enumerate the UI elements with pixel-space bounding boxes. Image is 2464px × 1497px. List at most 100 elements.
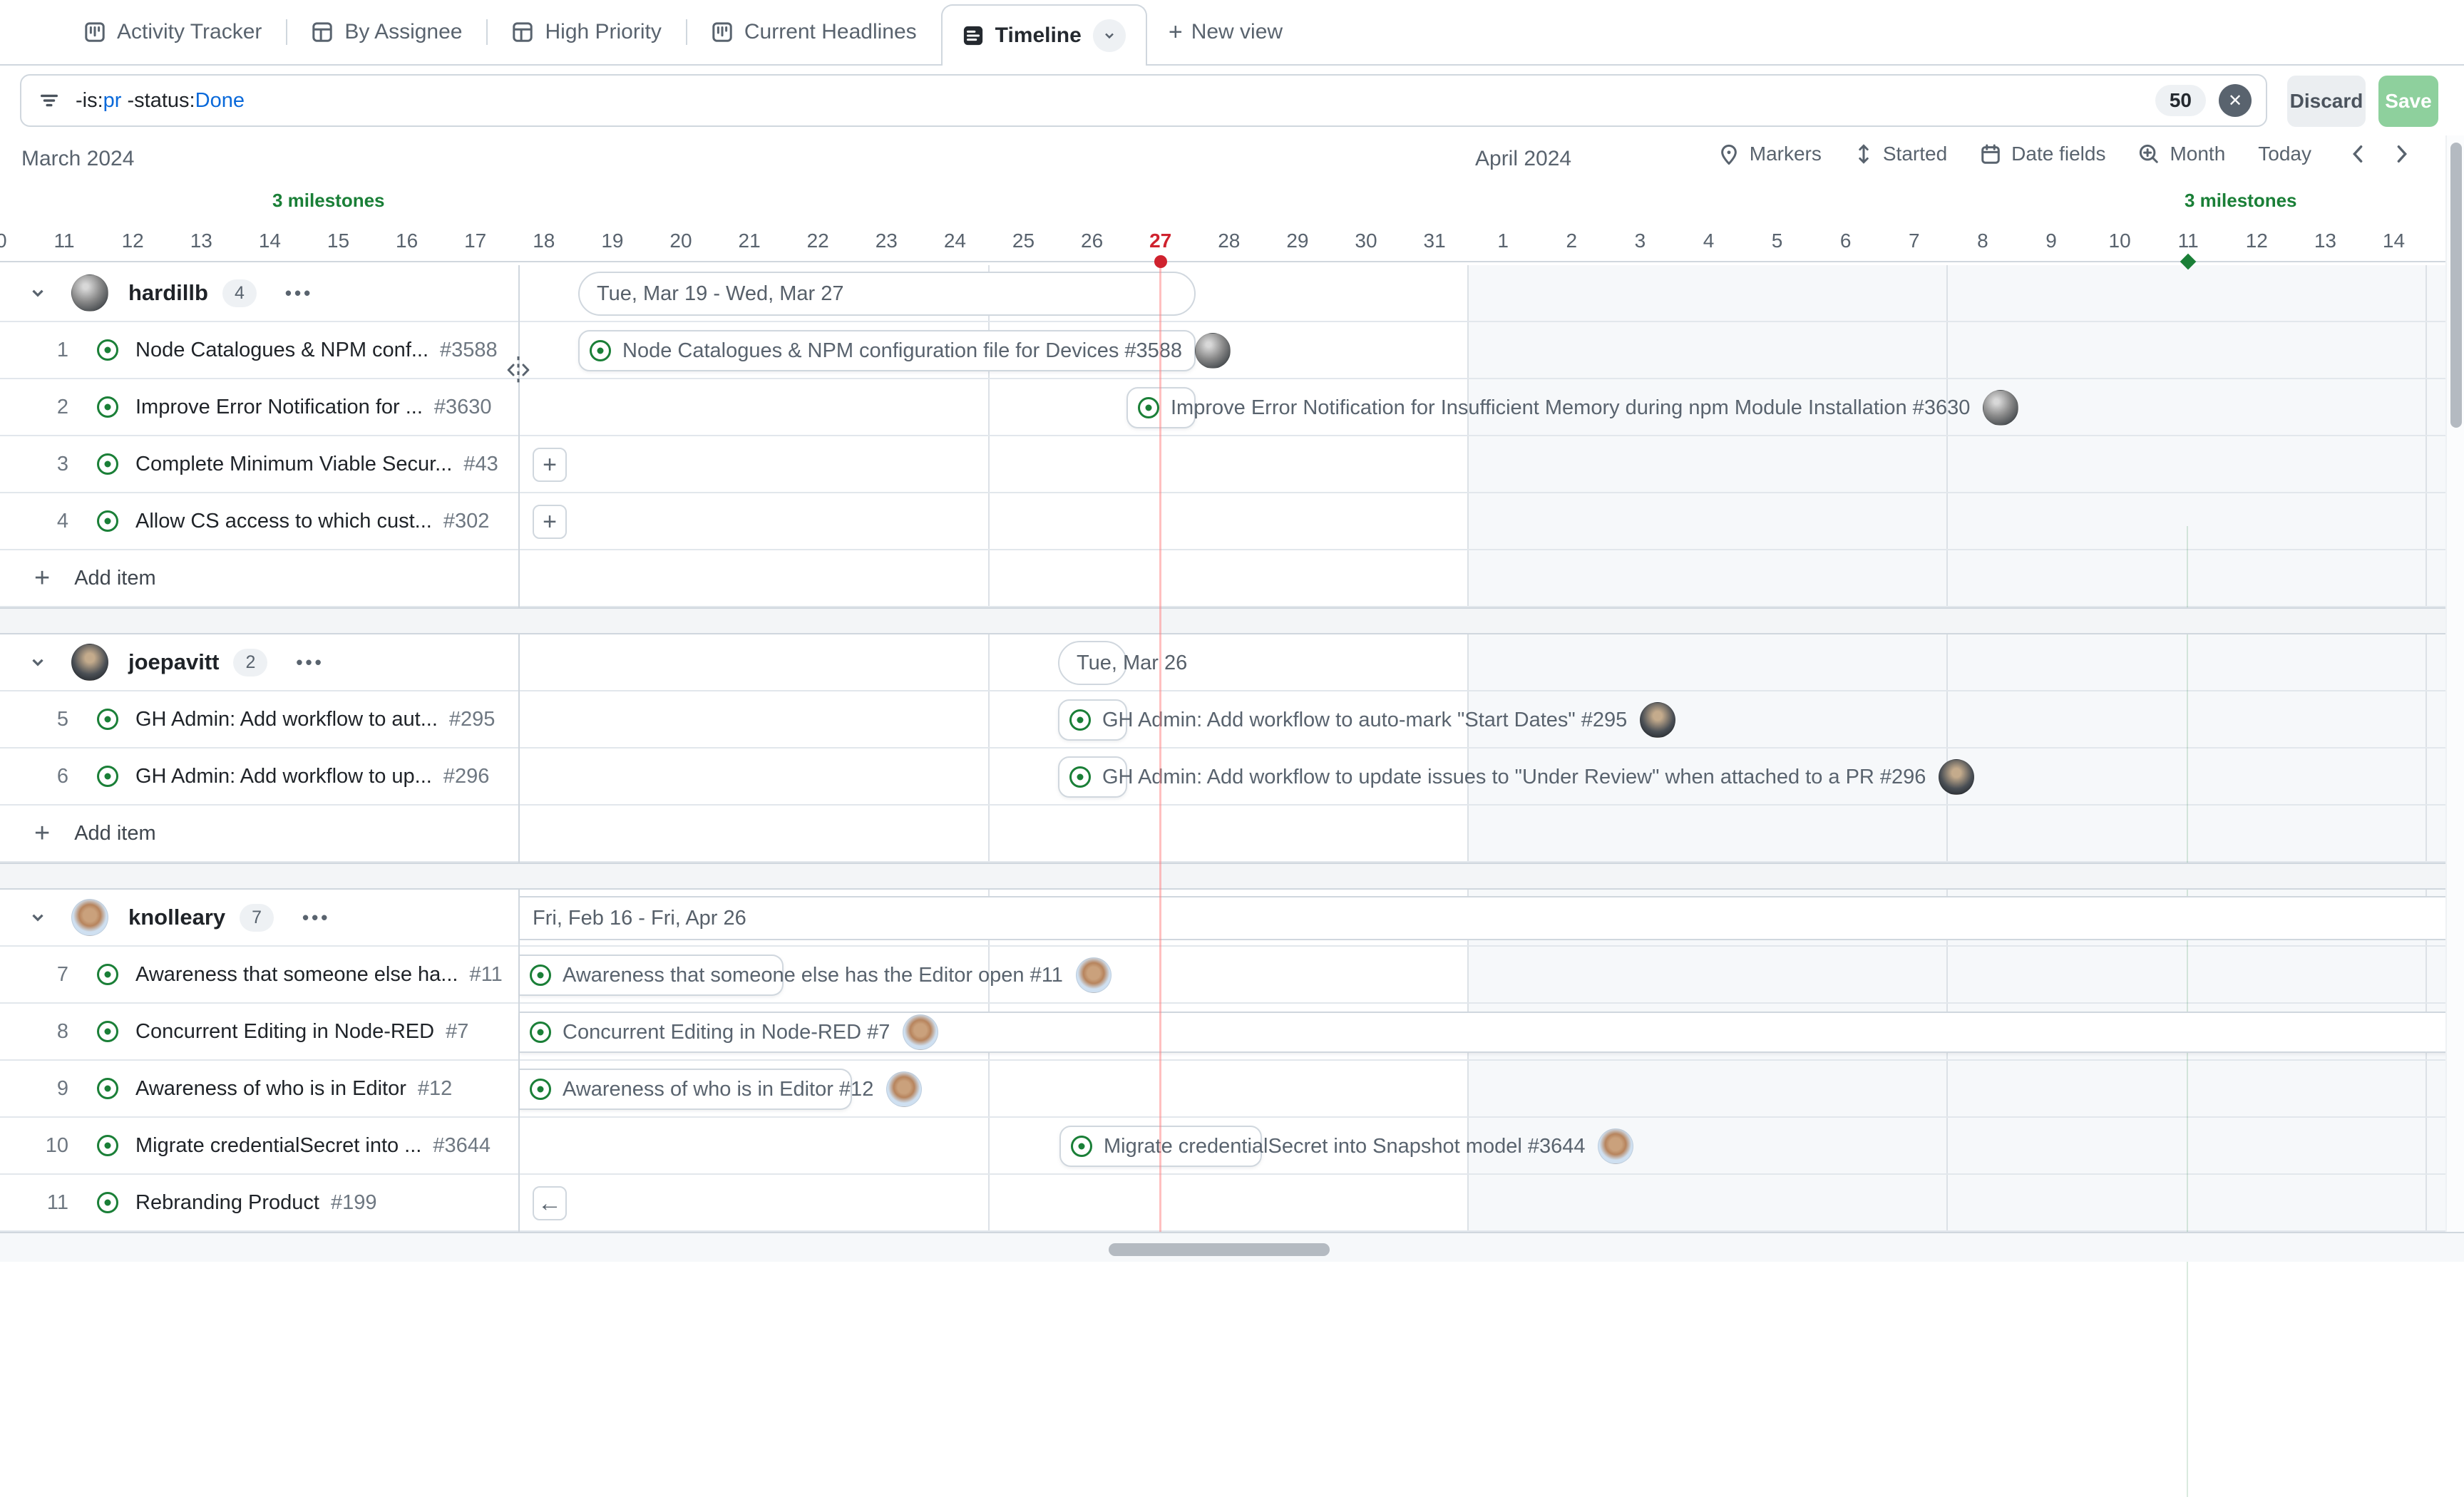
table-row[interactable]: 5GH Admin: Add workflow to aut...#295 GH… [0, 691, 2464, 748]
tab-by-assignee[interactable]: By Assignee [287, 0, 486, 64]
project-icon [84, 21, 106, 43]
date-fields-button[interactable]: Date fields [1980, 143, 2105, 165]
day-label: 19 [601, 221, 623, 261]
horizontal-scrollbar[interactable] [0, 1232, 2464, 1262]
add-item-row[interactable]: +Add item [0, 550, 2464, 607]
timeline-controls: Markers Started Date fields Month Today [1718, 143, 2410, 165]
timeline-bar[interactable]: Awareness that someone else has the Edit… [520, 955, 784, 996]
open-issue-icon [97, 396, 118, 418]
table-row[interactable]: 7Awareness that someone else ha...#11 Aw… [0, 947, 2464, 1004]
view-tab-bar: Activity Tracker By Assignee High Priori… [0, 0, 2464, 66]
chevron-down-icon[interactable] [29, 908, 47, 927]
discard-button[interactable]: Discard [2287, 76, 2366, 127]
day-label: 31 [1424, 221, 1446, 261]
group-count-badge: 4 [222, 279, 257, 307]
tab-label: By Assignee [344, 20, 462, 44]
group-knolleary: knolleary 7 ••• Fri, Feb 16 - Fri, Apr 2… [0, 890, 2464, 1232]
group-menu-button[interactable]: ••• [296, 652, 324, 674]
tab-timeline-active[interactable]: Timeline [941, 4, 1147, 66]
sort-started-button[interactable]: Started [1854, 143, 1947, 165]
table-row[interactable]: 2Improve Error Notification for ...#3630… [0, 379, 2464, 436]
avatar [903, 1014, 938, 1050]
day-label: 22 [807, 221, 829, 261]
timeline-bar[interactable]: Awareness of who is in Editor #12 [520, 1069, 852, 1110]
table-row[interactable]: 1Node Catalogues & NPM conf...#3588 Node… [0, 322, 2464, 379]
tab-high-priority[interactable]: High Priority [488, 0, 685, 64]
add-dates-button[interactable]: + [533, 448, 567, 482]
filter-query[interactable]: -is:pr -status:Done [76, 89, 2155, 113]
group-name[interactable]: hardillb [128, 280, 208, 306]
group-menu-button[interactable]: ••• [302, 907, 330, 929]
filter-input[interactable]: -is:pr -status:Done 50 ✕ [20, 74, 2267, 127]
day-label: 23 [876, 221, 898, 261]
result-count-badge: 50 [2155, 85, 2206, 116]
group-name[interactable]: joepavitt [128, 649, 219, 675]
zoom-month-button[interactable]: Month [2138, 143, 2225, 165]
arrow-left-icon: ← [538, 1190, 562, 1218]
avatar [1195, 333, 1231, 369]
new-view-label: New view [1191, 20, 1283, 44]
save-button[interactable]: Save [2378, 76, 2438, 127]
new-view-button[interactable]: + New view [1147, 20, 1304, 44]
zoom-in-icon [2138, 143, 2160, 165]
day-label: 12 [2246, 221, 2268, 261]
panel-resize-handle[interactable] [502, 354, 535, 386]
calendar-icon [1980, 143, 2001, 165]
sort-updown-icon [1854, 143, 1873, 165]
filter-icon [38, 90, 60, 111]
table-row[interactable]: 4Allow CS access to which cust...#302 + [0, 493, 2464, 550]
tab-current-headlines[interactable]: Current Headlines [687, 0, 941, 64]
table-row[interactable]: 8Concurrent Editing in Node-RED#7 Concur… [0, 1004, 2464, 1061]
scroll-left-button[interactable] [2350, 143, 2366, 165]
timeline-bar[interactable]: GH Admin: Add workflow to update issues … [1058, 756, 1127, 798]
table-row[interactable]: 11Rebranding Product#199 ← [0, 1175, 2464, 1232]
group-name[interactable]: knolleary [128, 905, 225, 930]
avatar [71, 274, 108, 312]
day-label: 28 [1218, 221, 1240, 261]
table-row[interactable]: 3Complete Minimum Viable Secur...#43 + [0, 436, 2464, 493]
scroll-to-bar-left-button[interactable]: ← [533, 1186, 567, 1220]
milestones-link-april[interactable]: 3 milestones [2185, 190, 2297, 212]
group-date-range-pill[interactable]: Fri, Feb 16 - Fri, Apr 26 [520, 896, 2464, 940]
day-label: 26 [1081, 221, 1103, 261]
today-button[interactable]: Today [2258, 143, 2311, 165]
timeline-bar[interactable]: Node Catalogues & NPM configuration file… [578, 330, 1196, 371]
open-issue-icon [530, 964, 551, 986]
tab-label: High Priority [545, 20, 661, 44]
timeline-bar[interactable]: Concurrent Editing in Node-RED #7 [520, 1012, 2464, 1053]
day-label: 3 [1635, 221, 1646, 261]
timeline-header: March 2024 April 2024 3 milestones 3 mil… [0, 135, 2464, 262]
tab-options-button[interactable] [1093, 19, 1126, 52]
group-date-range-pill[interactable]: Tue, Mar 26 [1058, 641, 1127, 685]
table-row[interactable]: 10Migrate credentialSecret into ...#3644… [0, 1118, 2464, 1175]
add-item-row[interactable]: +Add item [0, 806, 2464, 863]
open-issue-icon [1069, 766, 1091, 788]
table-row[interactable]: 9Awareness of who is in Editor#12 Awaren… [0, 1061, 2464, 1118]
vertical-scrollbar[interactable] [2445, 135, 2464, 1232]
day-label: 10 [0, 221, 7, 261]
group-joepavitt: joepavitt 2 ••• Tue, Mar 26 5GH Admin: A… [0, 634, 2464, 863]
day-label: 10 [2109, 221, 2131, 261]
markers-button[interactable]: Markers [1718, 143, 1822, 165]
milestones-link-march[interactable]: 3 milestones [272, 190, 385, 212]
group-date-range-pill[interactable]: Tue, Mar 19 - Wed, Mar 27 [578, 272, 1196, 316]
chevron-down-icon[interactable] [29, 284, 47, 302]
day-label: 7 [1909, 221, 1920, 261]
plus-icon: + [34, 565, 50, 592]
horizontal-scrollbar-thumb[interactable] [1109, 1243, 1330, 1256]
avatar [1640, 702, 1675, 738]
group-menu-button[interactable]: ••• [285, 282, 313, 304]
avatar [71, 899, 108, 936]
tab-activity-tracker[interactable]: Activity Tracker [60, 0, 286, 64]
group-header-row: joepavitt 2 ••• Tue, Mar 26 [0, 634, 2464, 691]
table-row[interactable]: 6GH Admin: Add workflow to up...#296 GH … [0, 748, 2464, 806]
avatar [1598, 1128, 1633, 1164]
add-dates-button[interactable]: + [533, 505, 567, 539]
open-issue-icon [97, 510, 118, 532]
vertical-scrollbar-thumb[interactable] [2450, 143, 2462, 428]
scroll-right-button[interactable] [2394, 143, 2410, 165]
chevron-down-icon[interactable] [29, 653, 47, 672]
clear-filter-button[interactable]: ✕ [2219, 84, 2252, 117]
timeline-bar[interactable]: GH Admin: Add workflow to auto-mark "Sta… [1058, 699, 1127, 741]
open-issue-icon [97, 766, 118, 787]
